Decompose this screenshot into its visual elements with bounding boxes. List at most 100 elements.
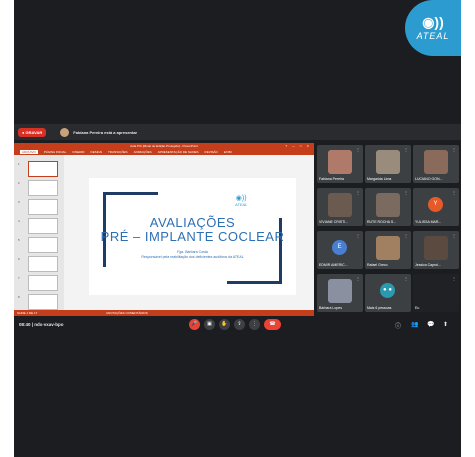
end-call-button[interactable]: ☎: [264, 319, 281, 330]
participant-tile[interactable]: ⋮ Eu: [413, 274, 459, 312]
participant-tile[interactable]: ⋮ VIVIANE CRISTI...: [317, 188, 363, 226]
ribbon-tab[interactable]: APRESENTAÇÃO DE SLIDES: [158, 150, 199, 154]
slide-author: Fga. Bárbara Costa: [177, 250, 208, 254]
participant-photo: [328, 150, 352, 174]
tile-menu-icon[interactable]: ⋮: [404, 147, 408, 152]
participant-tile[interactable]: ⋮ LUCIANO GON...: [413, 145, 459, 183]
raise-hand-button[interactable]: ✋: [219, 319, 230, 330]
participant-tile[interactable]: ⋮ Rafael Greco: [365, 231, 411, 269]
participant-name: Rafael Greco: [367, 263, 388, 267]
activities-icon[interactable]: ⬆: [443, 321, 448, 328]
slide-title-line2: PRÉ – IMPLANTE COCLEAR: [100, 229, 285, 244]
slide-logo-mark: ◉)): [235, 195, 247, 202]
participant-name: Fabiana Pereira: [319, 177, 344, 181]
tile-menu-icon[interactable]: ⋮: [356, 147, 360, 152]
participant-name: LUCIANO GON...: [415, 177, 443, 181]
participant-name: Jessica Caproi...: [415, 263, 441, 267]
participant-tile[interactable]: ● ● ⋮ Mais 6 pessoas: [365, 274, 411, 312]
participant-photo: [328, 279, 352, 303]
record-button[interactable]: ● GRAVAR: [18, 127, 47, 137]
thumb-number: 7: [18, 276, 20, 280]
participant-name: Eu: [415, 306, 420, 310]
slide-title-line1: AVALIAÇÕES: [149, 215, 236, 230]
participant-tile[interactable]: ⋮ RUTE ROCHA S...: [365, 188, 411, 226]
tile-menu-icon[interactable]: ⋮: [452, 147, 456, 152]
slide-thumbnail[interactable]: [28, 294, 58, 310]
participant-photo: [328, 193, 352, 217]
meeting-toolbar: 08:40 | ndx-vxav-bpo 🎤 ▣ ✋ ⇪ ⋮ ☎ ⓘ 👥 💬 ⬆: [14, 318, 461, 334]
participant-photo: [424, 150, 448, 174]
mic-off-button[interactable]: 🎤: [189, 319, 200, 330]
participant-avatar: Y: [428, 197, 443, 212]
people-icon[interactable]: 👥: [411, 321, 418, 328]
ribbon-tab[interactable]: DESIGN: [91, 150, 103, 154]
slide-thumbnail[interactable]: [28, 180, 58, 196]
ribbon-tab[interactable]: ANIMAÇÕES: [134, 150, 152, 154]
participant-photo: [376, 193, 400, 217]
participant-tile[interactable]: ⋮ Jessica Caproi...: [413, 231, 459, 269]
ribbon-tab[interactable]: INSERIR: [72, 150, 84, 154]
present-button[interactable]: ⇪: [234, 319, 245, 330]
ribbon-tab[interactable]: PÁGINA INICIAL: [44, 150, 67, 154]
participant-tile[interactable]: ⋮ Bárbara Lopes: [317, 274, 363, 312]
slide-canvas: ◉)) ATEAL AVALIAÇÕES PRÉ – IMPLANTE COCL…: [89, 178, 296, 295]
slide-thumbnail[interactable]: [28, 161, 58, 177]
slide-thumbnail[interactable]: [28, 256, 58, 272]
slide-thumbnail[interactable]: [28, 237, 58, 253]
camera-button[interactable]: ▣: [204, 319, 215, 330]
ribbon-tab[interactable]: EXIBI: [224, 150, 232, 154]
participant-name: Mais 6 pessoas: [367, 306, 392, 310]
tile-menu-icon[interactable]: ⋮: [356, 233, 360, 238]
slide-frame-top: [103, 192, 158, 195]
tile-menu-icon[interactable]: ⋮: [356, 276, 360, 281]
slide-author-role: Responsável pela reabilitação dos defici…: [141, 255, 244, 259]
tile-menu-icon[interactable]: ⋮: [452, 276, 456, 281]
ateal-logo-text: ATEAL: [416, 31, 450, 41]
slide-logo: ◉)) ATEAL: [235, 194, 247, 207]
tile-menu-icon[interactable]: ⋮: [452, 233, 456, 238]
meeting-info: 08:40 | ndx-vxav-bpo: [19, 322, 64, 327]
slide-frame-bottom: [227, 281, 282, 284]
ribbon-tab[interactable]: TRANSIÇÕES: [108, 150, 128, 154]
shared-screen: Aula PIC [Modo de Edição Protegido] - Po…: [14, 143, 314, 316]
thumb-number: 4: [18, 219, 20, 223]
presenting-text: Fabiana Pereira está a apresentar: [73, 129, 138, 135]
tile-menu-icon[interactable]: ⋮: [404, 233, 408, 238]
participant-name: YULISSA MAR...: [415, 220, 442, 224]
participant-name: VIVIANE CRISTI...: [319, 220, 349, 224]
participant-avatar: ● ●: [380, 283, 395, 298]
ribbon-tab[interactable]: ARQUIVO: [20, 150, 38, 154]
participant-photo: [376, 150, 400, 174]
participant-photo: [376, 236, 400, 260]
slide-thumbnail[interactable]: [28, 275, 58, 291]
tile-menu-icon[interactable]: ⋮: [356, 190, 360, 195]
thumb-number: 3: [18, 200, 20, 204]
ribbon-tab[interactable]: REVISÃO: [205, 150, 218, 154]
notes-comments[interactable]: ANOTAÇÕES COMENTÁRIOS: [106, 310, 148, 316]
slide-thumbnail[interactable]: [28, 199, 58, 215]
slide-thumbnail[interactable]: [28, 218, 58, 234]
participant-name: Margarida Lima: [367, 177, 392, 181]
participant-name: EDMIR AMERIC...: [319, 263, 348, 267]
participant-grid: ⋮ Fabiana Pereira ⋮ Margarida Lima ⋮ LUCIANO …: [317, 143, 461, 316]
slide-thumbnails: 1 2 3 4 5 6 7 8: [14, 155, 64, 310]
tile-menu-icon[interactable]: ⋮: [404, 276, 408, 281]
tile-menu-icon[interactable]: ⋮: [404, 190, 408, 195]
chat-icon[interactable]: 💬: [427, 321, 434, 328]
presenter-avatar: [60, 127, 70, 137]
info-icon[interactable]: ⓘ: [395, 321, 401, 330]
participant-tile[interactable]: ⋮ Margarida Lima: [365, 145, 411, 183]
thumb-number: 1: [18, 162, 20, 166]
tile-menu-icon[interactable]: ⋮: [452, 190, 456, 195]
thumb-number: 8: [18, 295, 20, 299]
participant-name: RUTE ROCHA S...: [367, 220, 397, 224]
more-options-button[interactable]: ⋮: [249, 319, 260, 330]
thumb-number: 6: [18, 257, 20, 261]
thumb-number: 5: [18, 238, 20, 242]
slide-logo-text: ATEAL: [235, 202, 248, 207]
participant-tile[interactable]: Y ⋮ YULISSA MAR...: [413, 188, 459, 226]
slide-counter: SLIDE 1 DE 17: [17, 311, 38, 315]
participant-tile[interactable]: ⋮ Fabiana Pereira: [317, 145, 363, 183]
ppt-status-bar: SLIDE 1 DE 17 ANOTAÇÕES COMENTÁRIOS: [14, 310, 314, 316]
participant-tile[interactable]: E ⋮ EDMIR AMERIC...: [317, 231, 363, 269]
